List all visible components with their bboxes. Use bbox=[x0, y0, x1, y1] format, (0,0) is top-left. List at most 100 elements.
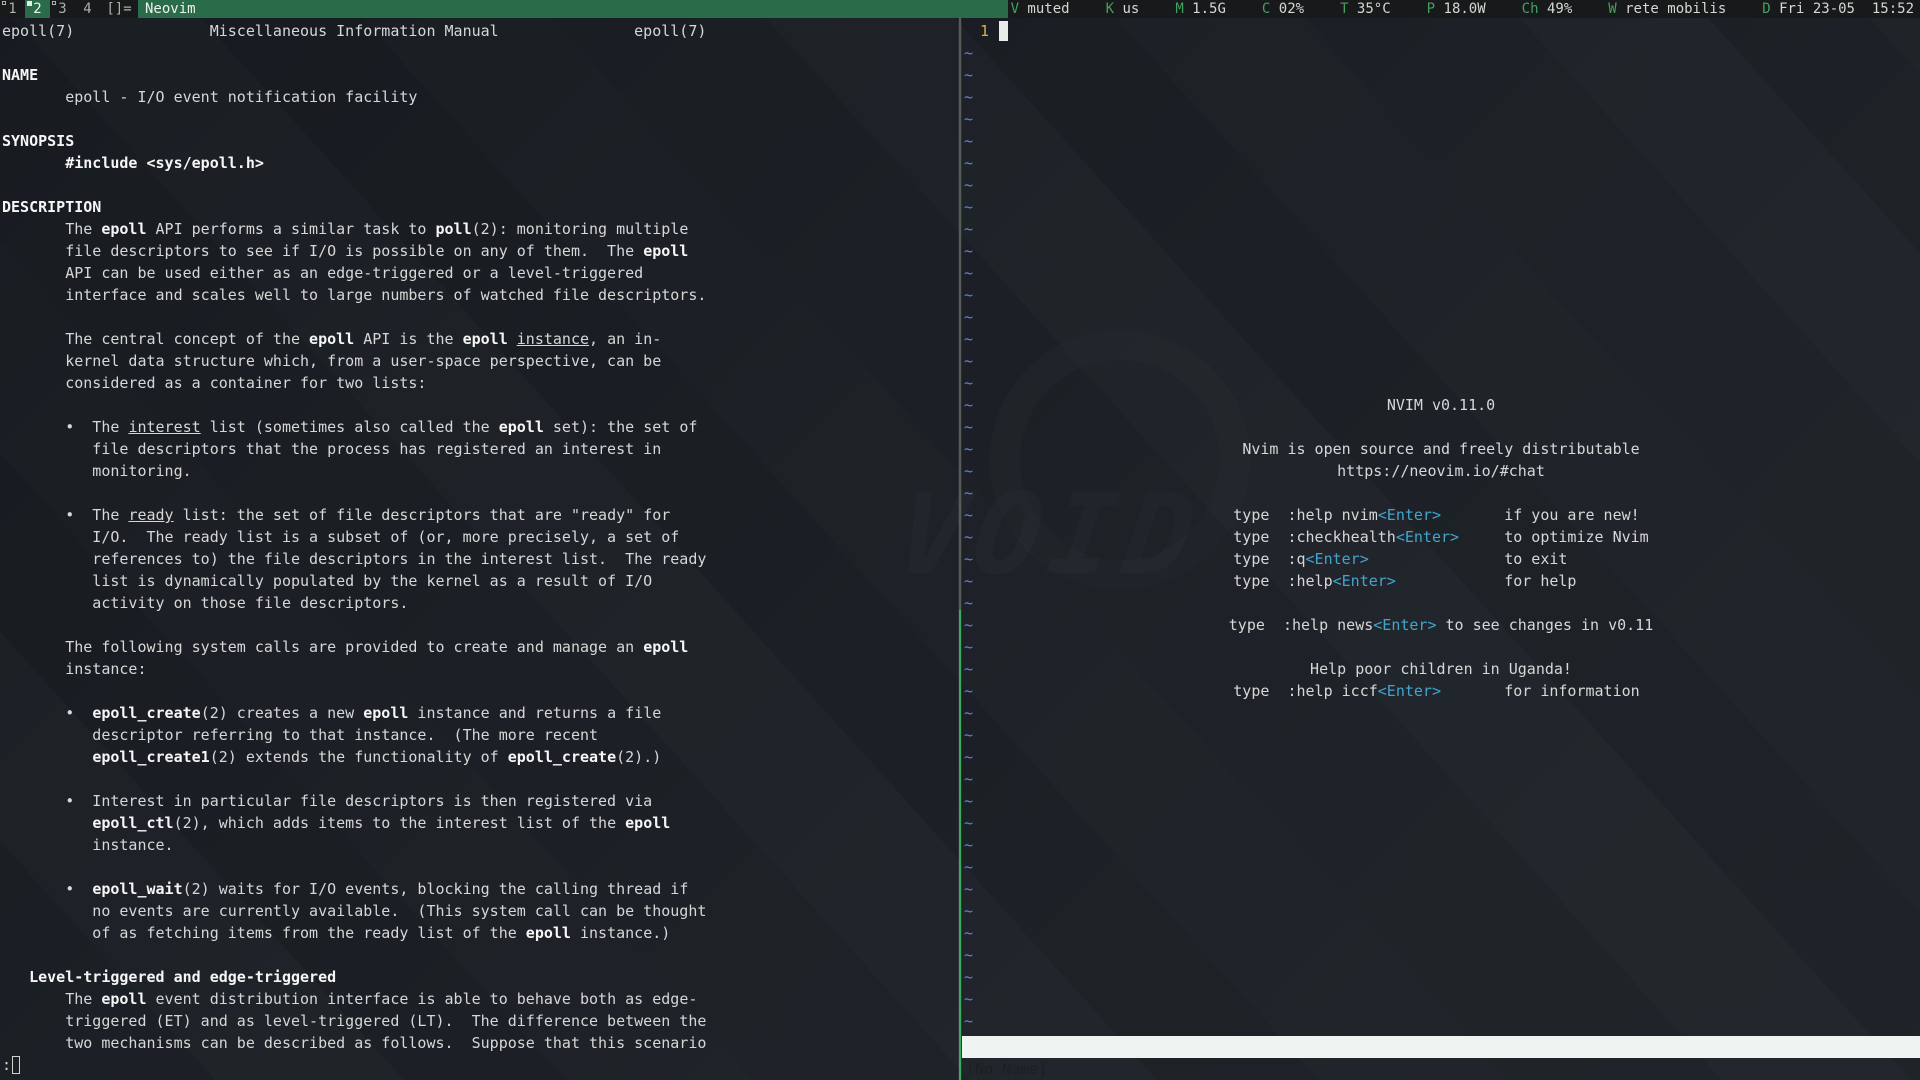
nvim-intro-line: type :q<Enter> to exit bbox=[962, 548, 1920, 570]
nvim-row: ~ bbox=[962, 240, 1920, 262]
man-line bbox=[2, 944, 958, 966]
nvim-row: ~type :help nvim<Enter> if you are new! bbox=[962, 504, 1920, 526]
tag-indicator-filled-icon bbox=[27, 1, 32, 6]
tilde-marker: ~ bbox=[964, 196, 973, 218]
man-line: The epoll API performs a similar task to… bbox=[2, 218, 958, 240]
man-line bbox=[2, 856, 958, 878]
tilde-marker: ~ bbox=[964, 856, 973, 878]
status-module-t: T 35°C bbox=[1340, 0, 1391, 18]
nvim-row: ~type :help<Enter> for help bbox=[962, 570, 1920, 592]
tilde-marker: ~ bbox=[964, 768, 973, 790]
neovim-cmdline bbox=[962, 1058, 1920, 1080]
buffer-name: [No Name] bbox=[966, 1058, 1047, 1080]
nvim-row: ~NVIM v0.11.0 bbox=[962, 394, 1920, 416]
nvim-row: ~ bbox=[962, 196, 1920, 218]
tilde-marker: ~ bbox=[964, 86, 973, 108]
man-line: two mechanisms can be described as follo… bbox=[2, 1032, 958, 1054]
layout-symbol[interactable]: []= bbox=[100, 0, 138, 18]
tag-2[interactable]: 2 bbox=[25, 0, 50, 18]
tag-indicator-hollow-icon bbox=[52, 1, 56, 5]
nvim-row: ~ bbox=[962, 306, 1920, 328]
tilde-marker: ~ bbox=[964, 350, 973, 372]
man-line: file descriptors that the process has re… bbox=[2, 438, 958, 460]
status-module-p: P 18.0W bbox=[1427, 0, 1486, 18]
tag-indicator-hollow-icon bbox=[2, 1, 6, 5]
man-line bbox=[2, 614, 958, 636]
man-line: DESCRIPTION bbox=[2, 196, 958, 218]
man-line: instance. bbox=[2, 834, 958, 856]
tilde-marker: ~ bbox=[964, 834, 973, 856]
line-number: 1 bbox=[962, 20, 998, 42]
nvim-row: ~ bbox=[962, 64, 1920, 86]
tilde-marker: ~ bbox=[964, 1010, 973, 1032]
tilde-marker: ~ bbox=[964, 944, 973, 966]
nvim-row: ~ bbox=[962, 746, 1920, 768]
desktop: VOID 1234 []= Neovim V mutedK usM 1.5GC … bbox=[0, 0, 1920, 1080]
man-line: • epoll_wait(2) waits for I/O events, bl… bbox=[2, 878, 958, 900]
nvim-row: ~ bbox=[962, 42, 1920, 64]
tag-3[interactable]: 3 bbox=[50, 0, 75, 18]
nvim-row: ~ bbox=[962, 262, 1920, 284]
nvim-row: ~ bbox=[962, 482, 1920, 504]
pager-prompt[interactable]: : bbox=[2, 1054, 958, 1076]
tilde-marker: ~ bbox=[964, 482, 973, 504]
tag-list: 1234 bbox=[0, 0, 100, 18]
man-line: The epoll event distribution interface i… bbox=[2, 988, 958, 1010]
man-line bbox=[2, 42, 958, 64]
tag-1[interactable]: 1 bbox=[0, 0, 25, 18]
tilde-marker: ~ bbox=[964, 746, 973, 768]
nvim-row: ~ bbox=[962, 328, 1920, 350]
nvim-intro-line: Nvim is open source and freely distribut… bbox=[962, 438, 1920, 460]
tilde-marker: ~ bbox=[964, 900, 973, 922]
nvim-row: ~ bbox=[962, 724, 1920, 746]
man-line bbox=[2, 108, 958, 130]
man-line: SYNOPSIS bbox=[2, 130, 958, 152]
nvim-row: ~Nvim is open source and freely distribu… bbox=[962, 438, 1920, 460]
tilde-marker: ~ bbox=[964, 64, 973, 86]
man-line: • Interest in particular file descriptor… bbox=[2, 790, 958, 812]
nvim-intro-line: type :help news<Enter> to see changes in… bbox=[962, 614, 1920, 636]
man-line: descriptor referring to that instance. (… bbox=[2, 724, 958, 746]
nvim-row: ~ bbox=[962, 86, 1920, 108]
tag-4[interactable]: 4 bbox=[75, 0, 100, 18]
tilde-marker: ~ bbox=[964, 922, 973, 944]
tilde-marker: ~ bbox=[964, 108, 973, 130]
nvim-row: ~https://neovim.io/#chat bbox=[962, 460, 1920, 482]
nvim-row: ~type :help news<Enter> to see changes i… bbox=[962, 614, 1920, 636]
man-line: • epoll_create(2) creates a new epoll in… bbox=[2, 702, 958, 724]
status-module-w: W rete mobilis bbox=[1608, 0, 1726, 18]
man-line: Level-triggered and edge-triggered bbox=[2, 966, 958, 988]
nvim-row: ~ bbox=[962, 900, 1920, 922]
nvim-row: ~ bbox=[962, 790, 1920, 812]
man-line: interface and scales well to large numbe… bbox=[2, 284, 958, 306]
neovim-buffer: 1 ~~~~~~~~~~~~~~~~~NVIM v0.11.0~~Nvim is… bbox=[962, 18, 1920, 1036]
nvim-row: ~ bbox=[962, 768, 1920, 790]
terminal-cursor bbox=[12, 1056, 20, 1074]
nvim-row: ~ bbox=[962, 878, 1920, 900]
man-line: epoll_ctl(2), which adds items to the in… bbox=[2, 812, 958, 834]
nvim-row: ~ bbox=[962, 1010, 1920, 1032]
status-module-d: D Fri 23-05 15:52 bbox=[1762, 0, 1914, 18]
man-line: • The interest list (sometimes also call… bbox=[2, 416, 958, 438]
man-line: list is dynamically populated by the ker… bbox=[2, 570, 958, 592]
nvim-intro-line: type :checkhealth<Enter> to optimize Nvi… bbox=[962, 526, 1920, 548]
tilde-marker: ~ bbox=[964, 372, 973, 394]
terminal-window[interactable]: epoll(7) Miscellaneous Information Manua… bbox=[0, 18, 958, 1080]
man-line bbox=[2, 174, 958, 196]
man-line: monitoring. bbox=[2, 460, 958, 482]
status-modules: V mutedK usM 1.5GC 02%T 35°CP 18.0WCh 49… bbox=[1008, 0, 1920, 18]
man-line: epoll(7) Miscellaneous Information Manua… bbox=[2, 20, 958, 42]
man-line: kernel data structure which, from a user… bbox=[2, 350, 958, 372]
man-line: The central concept of the epoll API is … bbox=[2, 328, 958, 350]
status-module-k: K us bbox=[1106, 0, 1140, 18]
nvim-intro-line: https://neovim.io/#chat bbox=[962, 460, 1920, 482]
status-module-c: C 02% bbox=[1262, 0, 1304, 18]
tilde-marker: ~ bbox=[964, 812, 973, 834]
nvim-row: ~ bbox=[962, 966, 1920, 988]
nvim-row: ~ bbox=[962, 350, 1920, 372]
tilde-marker: ~ bbox=[964, 988, 973, 1010]
nvim-cursor bbox=[999, 21, 1008, 41]
neovim-window[interactable]: 1 ~~~~~~~~~~~~~~~~~NVIM v0.11.0~~Nvim is… bbox=[962, 18, 1920, 1080]
nvim-row: ~ bbox=[962, 284, 1920, 306]
nvim-row: ~ bbox=[962, 944, 1920, 966]
